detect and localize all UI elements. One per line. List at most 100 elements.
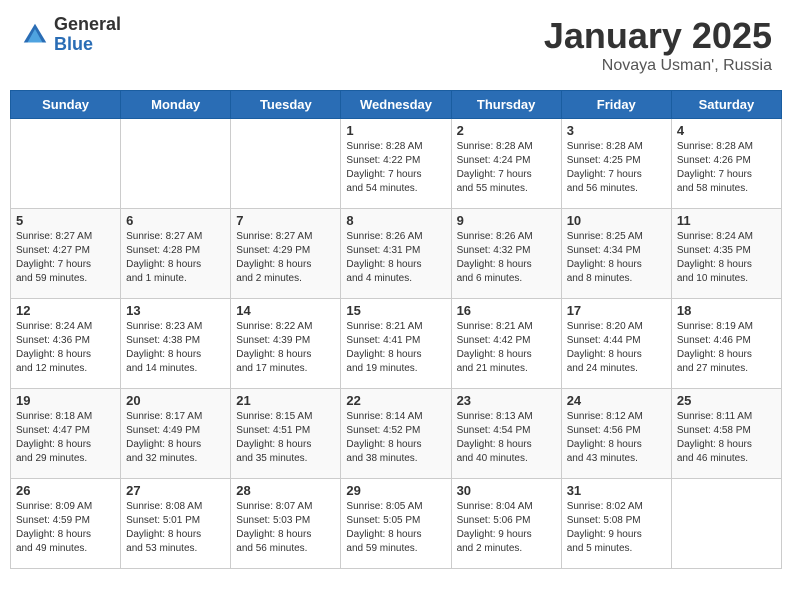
day-number: 3 xyxy=(567,123,666,138)
calendar-header: SundayMondayTuesdayWednesdayThursdayFrid… xyxy=(11,91,782,119)
calendar-cell: 17Sunrise: 8:20 AM Sunset: 4:44 PM Dayli… xyxy=(561,299,671,389)
day-number: 9 xyxy=(457,213,556,228)
calendar-cell xyxy=(11,119,121,209)
day-number: 7 xyxy=(236,213,335,228)
day-number: 28 xyxy=(236,483,335,498)
calendar-cell: 2Sunrise: 8:28 AM Sunset: 4:24 PM Daylig… xyxy=(451,119,561,209)
calendar-cell xyxy=(121,119,231,209)
day-info: Sunrise: 8:24 AM Sunset: 4:36 PM Dayligh… xyxy=(16,320,115,376)
day-number: 16 xyxy=(457,303,556,318)
calendar-cell: 26 Sunrise: 8:09 AM Sunset: 4:59 PM Dayli… xyxy=(11,479,121,569)
header-cell-friday: Friday xyxy=(561,91,671,119)
calendar-cell: 23 Sunrise: 8:13 AM Sunset: 4:54 PM Dayli… xyxy=(451,389,561,479)
day-number: 20 xyxy=(126,393,225,408)
day-info: Sunrise: 8:02 AM Sunset: 5:08 PM Dayligh… xyxy=(567,500,666,556)
day-number: 22 xyxy=(346,393,445,408)
header-cell-sunday: Sunday xyxy=(11,91,121,119)
calendar-title: January 2025 xyxy=(544,15,772,57)
day-number: 4 xyxy=(677,123,776,138)
calendar-cell: 16 Sunrise: 8:21 AM Sunset: 4:42 PM Dayli… xyxy=(451,299,561,389)
calendar-cell: 9Sunrise: 8:26 AM Sunset: 4:32 PM Daylig… xyxy=(451,209,561,299)
calendar-cell xyxy=(231,119,341,209)
day-number: 25 xyxy=(677,393,776,408)
day-number: 21 xyxy=(236,393,335,408)
calendar-cell: 8Sunrise: 8:26 AM Sunset: 4:31 PM Daylig… xyxy=(341,209,451,299)
calendar-cell: 6 Sunrise: 8:27 AM Sunset: 4:28 PM Daylig… xyxy=(121,209,231,299)
header-cell-monday: Monday xyxy=(121,91,231,119)
calendar-cell: 21 Sunrise: 8:15 AM Sunset: 4:51 PM Dayli… xyxy=(231,389,341,479)
day-number: 24 xyxy=(567,393,666,408)
header-cell-thursday: Thursday xyxy=(451,91,561,119)
day-info: Sunrise: 8:05 AM Sunset: 5:05 PM Dayligh… xyxy=(346,500,445,556)
page-header: General Blue January 2025 Novaya Usman',… xyxy=(10,10,782,80)
day-number: 13 xyxy=(126,303,225,318)
day-info: Sunrise: 8:08 AM Sunset: 5:01 PM Dayligh… xyxy=(126,500,225,556)
day-info: Sunrise: 8:28 AM Sunset: 4:24 PM Dayligh… xyxy=(457,140,556,196)
day-number: 26 xyxy=(16,483,115,498)
day-number: 5 xyxy=(16,213,115,228)
day-info: Sunrise: 8:24 AM Sunset: 4:35 PM Dayligh… xyxy=(677,230,776,286)
calendar-cell: 13Sunrise: 8:23 AM Sunset: 4:38 PM Dayli… xyxy=(121,299,231,389)
day-number: 11 xyxy=(677,213,776,228)
day-info: Sunrise: 8:21 AM Sunset: 4:42 PM Dayligh… xyxy=(457,320,556,376)
logo-text: General Blue xyxy=(54,15,121,55)
day-info: Sunrise: 8:22 AM Sunset: 4:39 PM Dayligh… xyxy=(236,320,335,376)
calendar-cell: 5 Sunrise: 8:27 AM Sunset: 4:27 PM Daylig… xyxy=(11,209,121,299)
calendar-cell: 12 Sunrise: 8:24 AM Sunset: 4:36 PM Dayli… xyxy=(11,299,121,389)
day-info: Sunrise: 8:17 AM Sunset: 4:49 PM Dayligh… xyxy=(126,410,225,466)
day-number: 23 xyxy=(457,393,556,408)
week-row-1: 1 Sunrise: 8:28 AM Sunset: 4:22 PM Daylig… xyxy=(11,119,782,209)
calendar-cell: 11 Sunrise: 8:24 AM Sunset: 4:35 PM Dayli… xyxy=(671,209,781,299)
day-number: 18 xyxy=(677,303,776,318)
calendar-subtitle: Novaya Usman', Russia xyxy=(544,57,772,75)
calendar-table: SundayMondayTuesdayWednesdayThursdayFrid… xyxy=(10,90,782,569)
day-info: Sunrise: 8:28 AM Sunset: 4:26 PM Dayligh… xyxy=(677,140,776,196)
day-info: Sunrise: 8:28 AM Sunset: 4:22 PM Dayligh… xyxy=(346,140,445,196)
calendar-cell: 7Sunrise: 8:27 AM Sunset: 4:29 PM Daylig… xyxy=(231,209,341,299)
day-number: 19 xyxy=(16,393,115,408)
day-info: Sunrise: 8:21 AM Sunset: 4:41 PM Dayligh… xyxy=(346,320,445,376)
calendar-body: 1 Sunrise: 8:28 AM Sunset: 4:22 PM Daylig… xyxy=(11,119,782,569)
day-info: Sunrise: 8:19 AM Sunset: 4:46 PM Dayligh… xyxy=(677,320,776,376)
week-row-3: 12 Sunrise: 8:24 AM Sunset: 4:36 PM Dayli… xyxy=(11,299,782,389)
calendar-cell: 24Sunrise: 8:12 AM Sunset: 4:56 PM Dayli… xyxy=(561,389,671,479)
header-cell-wednesday: Wednesday xyxy=(341,91,451,119)
day-info: Sunrise: 8:27 AM Sunset: 4:27 PM Dayligh… xyxy=(16,230,115,286)
day-info: Sunrise: 8:09 AM Sunset: 4:59 PM Dayligh… xyxy=(16,500,115,556)
calendar-cell: 28 Sunrise: 8:07 AM Sunset: 5:03 PM Dayli… xyxy=(231,479,341,569)
logo: General Blue xyxy=(20,15,121,55)
calendar-cell: 25Sunrise: 8:11 AM Sunset: 4:58 PM Dayli… xyxy=(671,389,781,479)
calendar-cell: 31Sunrise: 8:02 AM Sunset: 5:08 PM Dayli… xyxy=(561,479,671,569)
header-cell-saturday: Saturday xyxy=(671,91,781,119)
title-block: January 2025 Novaya Usman', Russia xyxy=(544,15,772,75)
calendar-cell: 19 Sunrise: 8:18 AM Sunset: 4:47 PM Dayli… xyxy=(11,389,121,479)
logo-blue: Blue xyxy=(54,35,121,55)
day-info: Sunrise: 8:26 AM Sunset: 4:31 PM Dayligh… xyxy=(346,230,445,286)
day-info: Sunrise: 8:27 AM Sunset: 4:28 PM Dayligh… xyxy=(126,230,225,286)
header-row: SundayMondayTuesdayWednesdayThursdayFrid… xyxy=(11,91,782,119)
calendar-cell: 18 Sunrise: 8:19 AM Sunset: 4:46 PM Dayli… xyxy=(671,299,781,389)
calendar-cell: 1 Sunrise: 8:28 AM Sunset: 4:22 PM Daylig… xyxy=(341,119,451,209)
day-number: 27 xyxy=(126,483,225,498)
day-info: Sunrise: 8:07 AM Sunset: 5:03 PM Dayligh… xyxy=(236,500,335,556)
week-row-4: 19 Sunrise: 8:18 AM Sunset: 4:47 PM Dayli… xyxy=(11,389,782,479)
day-info: Sunrise: 8:18 AM Sunset: 4:47 PM Dayligh… xyxy=(16,410,115,466)
logo-general: General xyxy=(54,15,121,35)
calendar-cell: 29 Sunrise: 8:05 AM Sunset: 5:05 PM Dayli… xyxy=(341,479,451,569)
day-number: 15 xyxy=(346,303,445,318)
day-number: 17 xyxy=(567,303,666,318)
day-number: 12 xyxy=(16,303,115,318)
week-row-2: 5 Sunrise: 8:27 AM Sunset: 4:27 PM Daylig… xyxy=(11,209,782,299)
day-number: 29 xyxy=(346,483,445,498)
day-info: Sunrise: 8:25 AM Sunset: 4:34 PM Dayligh… xyxy=(567,230,666,286)
calendar-cell: 3Sunrise: 8:28 AM Sunset: 4:25 PM Daylig… xyxy=(561,119,671,209)
day-info: Sunrise: 8:15 AM Sunset: 4:51 PM Dayligh… xyxy=(236,410,335,466)
day-number: 6 xyxy=(126,213,225,228)
calendar-cell xyxy=(671,479,781,569)
calendar-cell: 22Sunrise: 8:14 AM Sunset: 4:52 PM Dayli… xyxy=(341,389,451,479)
day-number: 10 xyxy=(567,213,666,228)
day-info: Sunrise: 8:13 AM Sunset: 4:54 PM Dayligh… xyxy=(457,410,556,466)
day-info: Sunrise: 8:04 AM Sunset: 5:06 PM Dayligh… xyxy=(457,500,556,556)
day-number: 1 xyxy=(346,123,445,138)
calendar-cell: 4 Sunrise: 8:28 AM Sunset: 4:26 PM Daylig… xyxy=(671,119,781,209)
